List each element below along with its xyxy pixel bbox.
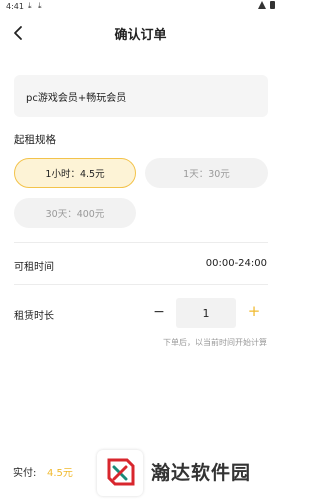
spec-option-30d[interactable]: 30天：400元 [14,198,136,228]
watermark-logo-icon [107,458,135,486]
watermark-logo [97,450,143,496]
pay-label: 实付: [13,468,37,479]
status-right-icons [258,1,275,9]
battery-icon [270,1,275,9]
spec-option-1d[interactable]: 1天：30元 [145,158,268,188]
confirm-order-screen: 4:41 ⤓ ⤓ 确认订单 pc游戏会员+畅玩会员 起租规格 1小时：4.5元 … [0,0,281,500]
spec-option-label: 1小时：4.5元 [45,169,105,180]
header: 确认订单 [0,16,281,52]
duration-hint: 下单后，以当前时间开始计算 [163,338,267,347]
rent-time-value: 00:00-24:00 [205,258,267,269]
product-name: pc游戏会员+畅玩会员 [26,92,127,104]
product-name-box: pc游戏会员+畅玩会员 [14,75,268,117]
divider [14,242,268,243]
page-title: 确认订单 [114,28,167,43]
spec-option-1h[interactable]: 1小时：4.5元 [14,158,136,188]
duration-input[interactable]: 1 [176,298,236,328]
status-time: 4:41 [6,2,24,11]
divider [14,284,268,285]
download-icon: ⤓ [38,1,42,10]
spec-option-label: 30天：400元 [45,209,105,220]
status-bar: 4:41 ⤓ ⤓ [0,0,281,16]
rent-time-label: 可租时间 [14,262,54,273]
download-icon: ⤓ [28,1,32,10]
watermark-text: 瀚达软件园 [151,462,252,484]
spec-option-label: 1天：30元 [183,169,230,180]
wifi-icon [258,1,267,9]
duration-value: 1 [202,306,210,320]
increase-button[interactable]: + [245,302,263,320]
decrease-button[interactable]: − [150,303,168,321]
pay-amount: 4.5元 [47,468,73,479]
duration-label: 租赁时长 [14,311,54,322]
spec-label: 起租规格 [14,134,56,146]
